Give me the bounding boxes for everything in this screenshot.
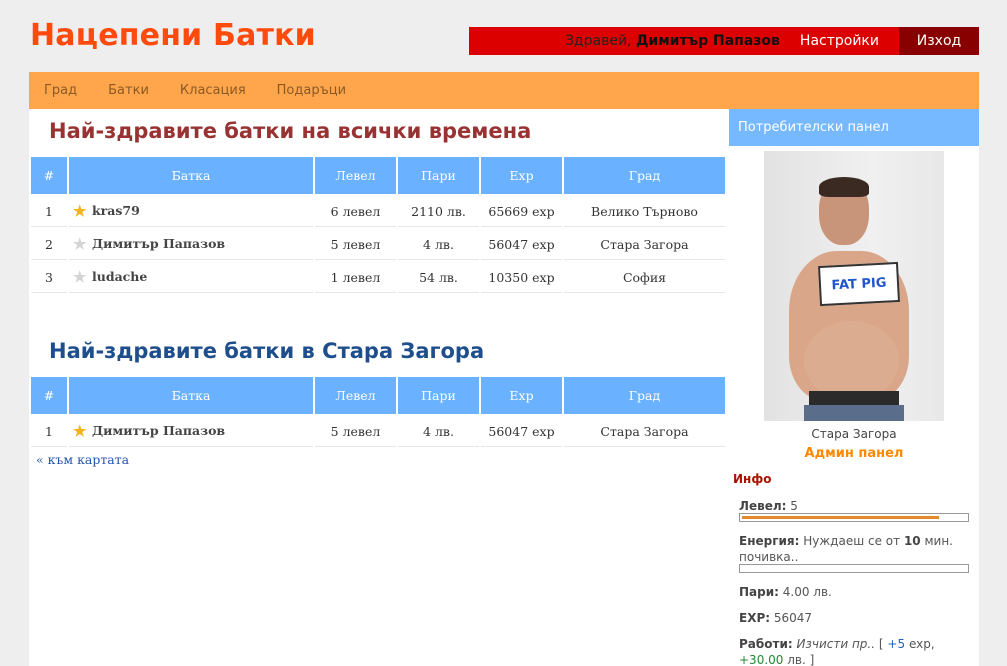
nav-item-city[interactable]: Град (44, 83, 77, 98)
cell-level: 5 левел (315, 229, 396, 260)
table-row: 1 ★ Димитър Папазов 5 левел 4 лв. 56047 e… (31, 416, 725, 447)
main-content: Най-здравите батки на всички времена # Б… (29, 109, 729, 666)
level-stat: Левел: 5 (739, 499, 798, 513)
cell-money: 54 лв. (398, 262, 479, 293)
all-time-heading: Най-здравите батки на всички времена (49, 119, 532, 143)
site-title[interactable]: Нацепени Батки (30, 18, 316, 53)
cell-city: София (564, 262, 725, 293)
logout-button[interactable]: Изход (899, 27, 979, 55)
nav-item-ranking[interactable]: Класация (180, 83, 246, 98)
user-panel-header: Потребителски панел (729, 109, 979, 146)
cell-name[interactable]: ★ Димитър Папазов (69, 229, 313, 260)
cell-city: Велико Търново (564, 196, 725, 227)
user-bar: Здравей, Димитър Папазов Настройки Изход (469, 27, 979, 55)
cell-num: 2 (31, 229, 67, 260)
cell-exp: 56047 exp (481, 229, 562, 260)
greeting: Здравей, Димитър Папазов (564, 33, 780, 49)
job-link[interactable]: Изчисти пр.. (797, 637, 876, 651)
cell-num: 1 (31, 416, 67, 447)
level-progress-fill (742, 516, 939, 519)
energy-progress-bar (739, 564, 969, 573)
col-exp: Exp (481, 377, 562, 414)
star-icon: ★ (73, 235, 87, 253)
cell-level: 5 левел (315, 416, 396, 447)
col-level: Левел (315, 377, 396, 414)
table-header-row: # Батка Левел Пари Exp Град (31, 377, 725, 414)
main-nav: Град Батки Класация Подаръци (29, 72, 979, 109)
cell-level: 1 левел (315, 262, 396, 293)
table-row: 3 ★ ludache 1 левел 54 лв. 10350 exp Софи… (31, 262, 725, 293)
info-heading: Инфо (733, 472, 772, 486)
cell-city: Стара Загора (564, 416, 725, 447)
col-num: # (31, 157, 67, 194)
col-name: Батка (69, 377, 313, 414)
back-to-map-link[interactable]: « към картата (36, 452, 129, 467)
col-name: Батка (69, 157, 313, 194)
all-time-table: # Батка Левел Пари Exp Град 1 ★ kras79 6 … (29, 155, 727, 295)
col-exp: Exp (481, 157, 562, 194)
city-table: # Батка Левел Пари Exp Град 1 ★ Димитър П… (29, 375, 727, 449)
jobs-stat: Работи: Изчисти пр.. [ +5 exp, +30.00 лв… (739, 637, 935, 666)
table-header-row: # Батка Левел Пари Exp Град (31, 157, 725, 194)
cell-exp: 65669 exp (481, 196, 562, 227)
admin-panel-link[interactable]: Админ панел (729, 446, 979, 461)
cell-name[interactable]: ★ ludache (69, 262, 313, 293)
avatar: FAT PIG (764, 151, 944, 421)
cell-num: 1 (31, 196, 67, 227)
table-row: 1 ★ kras79 6 левел 2110 лв. 65669 exp Вел… (31, 196, 725, 227)
cell-money: 4 лв. (398, 229, 479, 260)
cell-money: 4 лв. (398, 416, 479, 447)
cell-exp: 10350 exp (481, 262, 562, 293)
star-icon: ★ (73, 422, 87, 440)
cell-exp: 56047 exp (481, 416, 562, 447)
col-money: Пари (398, 157, 479, 194)
user-panel: Потребителски панел FAT PIG Стара Загора… (729, 109, 979, 666)
username[interactable]: Димитър Папазов (636, 33, 780, 49)
cell-num: 3 (31, 262, 67, 293)
col-num: # (31, 377, 67, 414)
col-money: Пари (398, 377, 479, 414)
table-row: 2 ★ Димитър Папазов 5 левел 4 лв. 56047 e… (31, 229, 725, 260)
col-city: Град (564, 377, 725, 414)
cell-name[interactable]: ★ kras79 (69, 196, 313, 227)
energy-stat: Енергия: Нуждаеш се от 10 мин. почивка.. (739, 534, 953, 564)
city-heading: Най-здравите батки в Стара Загора (49, 339, 485, 363)
user-city: Стара Загора (811, 427, 897, 441)
star-icon: ★ (73, 202, 87, 220)
star-icon: ★ (73, 268, 87, 286)
avatar-sign: FAT PIG (818, 261, 900, 307)
money-stat: Пари: 4.00 лв. (739, 585, 832, 599)
settings-link[interactable]: Настройки (800, 33, 879, 49)
level-progress-bar (739, 513, 969, 522)
cell-level: 6 левел (315, 196, 396, 227)
cell-name[interactable]: ★ Димитър Папазов (69, 416, 313, 447)
nav-item-batki[interactable]: Батки (108, 83, 149, 98)
nav-item-gifts[interactable]: Подаръци (277, 83, 346, 98)
cell-money: 2110 лв. (398, 196, 479, 227)
cell-city: Стара Загора (564, 229, 725, 260)
col-level: Левел (315, 157, 396, 194)
exp-stat: EXP: 56047 (739, 611, 813, 625)
col-city: Град (564, 157, 725, 194)
